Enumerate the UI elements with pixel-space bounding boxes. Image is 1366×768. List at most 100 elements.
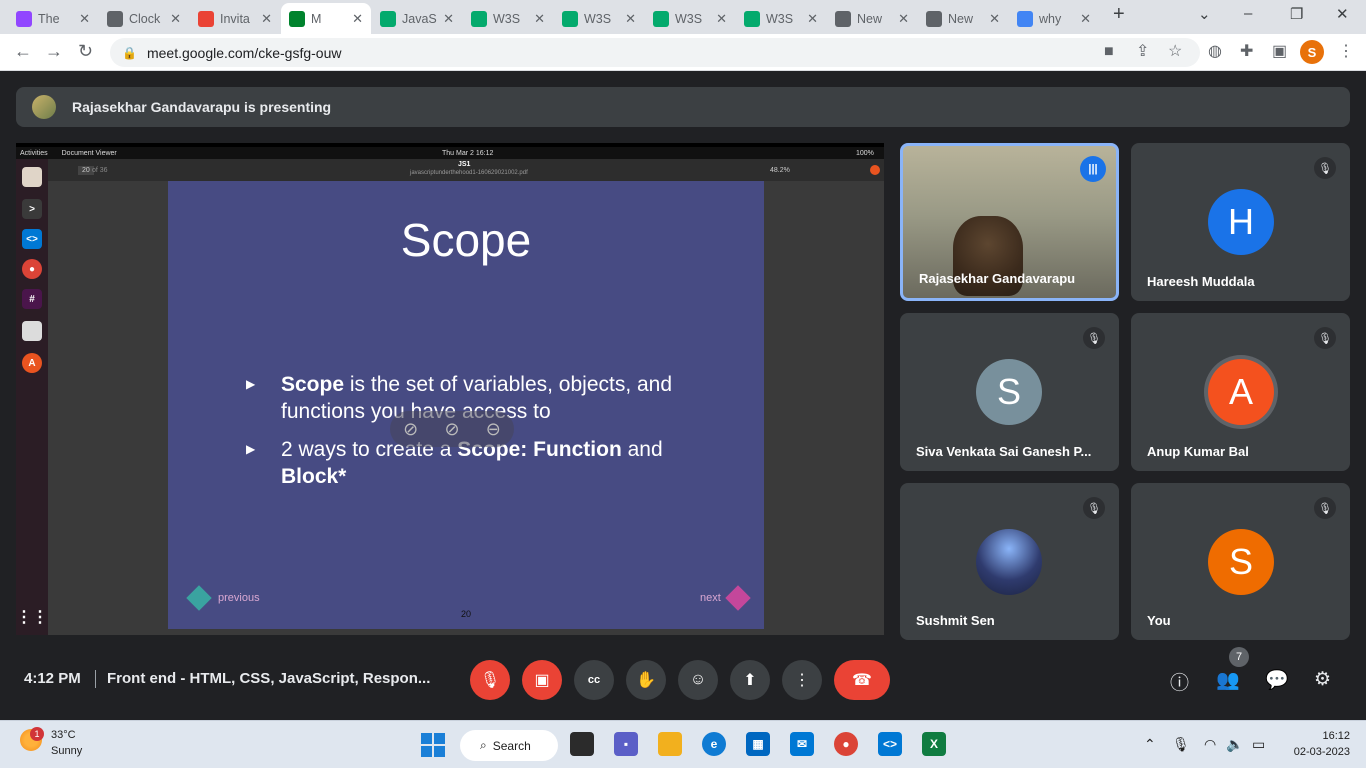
w3schools-icon xyxy=(562,10,578,27)
tab-search-icon[interactable]: ⌄ xyxy=(1198,5,1211,23)
start-windows-icon[interactable] xyxy=(421,733,445,757)
participant-tile-hareesh[interactable]: 🎙 H Hareesh Muddala xyxy=(1131,143,1350,301)
participant-tile-siva[interactable]: 🎙 S Siva Venkata Sai Ganesh P... xyxy=(900,313,1119,471)
captions-button[interactable]: cc xyxy=(574,660,614,700)
browser-tab[interactable]: The ✕ xyxy=(8,3,98,34)
taskbar-time[interactable]: 16:12 xyxy=(1320,730,1350,742)
browser-tab[interactable]: New ✕ xyxy=(827,3,917,34)
taskbar-date[interactable]: 02-03-2023 xyxy=(1286,746,1350,758)
extensions-icon[interactable]: ✚ xyxy=(1240,43,1253,61)
wifi-icon[interactable]: ◠ xyxy=(1204,736,1216,753)
files-icon xyxy=(22,167,42,187)
forward-icon[interactable]: → xyxy=(45,42,63,60)
bullet-arrow-icon: ▶ xyxy=(246,442,256,456)
url-text: meet.google.com/cke-gsfg-ouw xyxy=(146,44,342,61)
close-tab-icon[interactable]: ✕ xyxy=(807,11,818,27)
bullet2-text-and: and xyxy=(621,438,663,461)
back-icon[interactable]: ← xyxy=(14,42,32,60)
chrome-icon xyxy=(926,10,942,27)
mic-off-icon: 🎙 xyxy=(1083,327,1105,349)
browser-tab[interactable]: W3S ✕ xyxy=(463,3,553,34)
browser-tab[interactable]: Invita ✕ xyxy=(190,3,280,34)
browser-tab[interactable]: W3S ✕ xyxy=(736,3,826,34)
teams-chat-icon[interactable]: ▪ xyxy=(614,732,638,756)
camera-toggle-button[interactable]: ▣ xyxy=(522,660,562,700)
file-explorer-icon[interactable] xyxy=(658,732,682,756)
leave-call-button[interactable]: ☎ xyxy=(834,660,890,700)
close-tab-icon[interactable]: ✕ xyxy=(352,11,363,27)
profile-avatar[interactable]: S xyxy=(1300,40,1324,64)
slide-prev-label: previous xyxy=(218,591,260,604)
new-tab-button[interactable]: + xyxy=(1113,3,1125,26)
people-icon[interactable]: 👥 xyxy=(1216,668,1240,692)
present-button[interactable]: ⬆ xyxy=(730,660,770,700)
restore-button[interactable]: ❐ xyxy=(1290,5,1303,23)
mail-icon[interactable]: ✉ xyxy=(790,732,814,756)
battery-text: 100% xyxy=(856,149,874,157)
mic-off-icon: 🎙 xyxy=(479,672,501,689)
participant-tile-anup[interactable]: 🎙 A Anup Kumar Bal xyxy=(1131,313,1350,471)
participant-tile-rajasekhar[interactable]: ||| Rajasekhar Gandavarapu xyxy=(900,143,1119,301)
battery-icon[interactable]: ▭ xyxy=(1252,736,1265,753)
close-tab-icon[interactable]: ✕ xyxy=(625,11,636,27)
close-tab-icon[interactable]: ✕ xyxy=(443,11,454,27)
tab-title: Clock xyxy=(129,11,161,26)
close-tab-icon[interactable]: ✕ xyxy=(716,11,727,27)
reactions-button[interactable]: ☺ xyxy=(678,660,718,700)
volume-icon[interactable]: 🔈 xyxy=(1226,736,1243,753)
more-options-button[interactable]: ⋮ xyxy=(782,660,822,700)
close-tab-icon[interactable]: ✕ xyxy=(79,11,90,27)
mic-toggle-button[interactable]: 🎙 xyxy=(470,660,510,700)
zoom-level: 48.2% xyxy=(770,166,790,174)
browser-tab[interactable]: M ✕ xyxy=(281,3,371,34)
task-view-icon[interactable] xyxy=(570,732,594,756)
meeting-details-icon[interactable]: ⓘ xyxy=(1170,668,1189,695)
bullet2-bold-function: Function xyxy=(533,438,622,461)
show-hidden-icons-icon[interactable]: ⌃ xyxy=(1144,736,1156,753)
chrome-taskbar-icon[interactable]: ● xyxy=(834,732,858,756)
software-icon: A xyxy=(22,353,42,373)
camera-icon[interactable]: ■ xyxy=(1104,43,1114,61)
reload-icon[interactable]: ↻ xyxy=(78,42,93,60)
microsoft-store-icon[interactable]: ▦ xyxy=(746,732,770,756)
participant-name: Siva Venkata Sai Ganesh P... xyxy=(916,444,1092,459)
browser-tab[interactable]: W3S ✕ xyxy=(645,3,735,34)
browser-tab[interactable]: Clock ✕ xyxy=(99,3,189,34)
google-icon xyxy=(1017,10,1033,27)
meeting-clock: 4:12 PM xyxy=(24,670,81,687)
activities-icon[interactable]: ⚙ xyxy=(1314,668,1331,691)
browser-tab[interactable]: JavaS ✕ xyxy=(372,3,462,34)
menu-icon[interactable]: ⋮ xyxy=(1338,43,1354,61)
browser-tab[interactable]: why ✕ xyxy=(1009,3,1099,34)
edge-icon[interactable]: e xyxy=(702,732,726,756)
participant-name: Sushmit Sen xyxy=(916,613,995,628)
close-tab-icon[interactable]: ✕ xyxy=(1080,11,1091,27)
browser-tab[interactable]: W3S ✕ xyxy=(554,3,644,34)
close-tab-icon[interactable]: ✕ xyxy=(898,11,909,27)
participant-tile-you[interactable]: 🎙 S You xyxy=(1131,483,1350,640)
browser-tab[interactable]: New ✕ xyxy=(918,3,1008,34)
address-bar[interactable]: 🔒 meet.google.com/cke-gsfg-ouw xyxy=(110,38,1200,67)
minimize-button[interactable]: – xyxy=(1244,5,1252,22)
taskbar-search[interactable]: ⌕ Search xyxy=(460,730,558,761)
avatar: S xyxy=(976,359,1042,425)
meet-control-bar: 4:12 PM Front end - HTML, CSS, JavaScrip… xyxy=(0,647,1366,710)
chrome-icon xyxy=(835,10,851,27)
close-tab-icon[interactable]: ✕ xyxy=(170,11,181,27)
share-icon[interactable]: ⇪ xyxy=(1136,43,1149,61)
vscode-taskbar-icon[interactable]: <> xyxy=(878,732,902,756)
close-tab-icon[interactable]: ✕ xyxy=(989,11,1000,27)
raise-hand-button[interactable]: ✋ xyxy=(626,660,666,700)
avatar: S xyxy=(1208,529,1274,595)
excel-icon[interactable]: X xyxy=(922,732,946,756)
chat-icon[interactable]: 💬 xyxy=(1265,668,1289,692)
close-window-button[interactable]: ✕ xyxy=(1336,5,1349,23)
close-tab-icon[interactable]: ✕ xyxy=(534,11,545,27)
w3schools-icon xyxy=(744,10,760,27)
grammarly-icon[interactable]: ◍ xyxy=(1208,43,1222,61)
bookmark-star-icon[interactable]: ☆ xyxy=(1168,43,1182,61)
side-panel-icon[interactable]: ▣ xyxy=(1272,43,1287,61)
microphone-icon[interactable]: 🎙 xyxy=(1172,736,1190,753)
close-tab-icon[interactable]: ✕ xyxy=(261,11,272,27)
participant-tile-sushmit[interactable]: 🎙 Sushmit Sen xyxy=(900,483,1119,640)
